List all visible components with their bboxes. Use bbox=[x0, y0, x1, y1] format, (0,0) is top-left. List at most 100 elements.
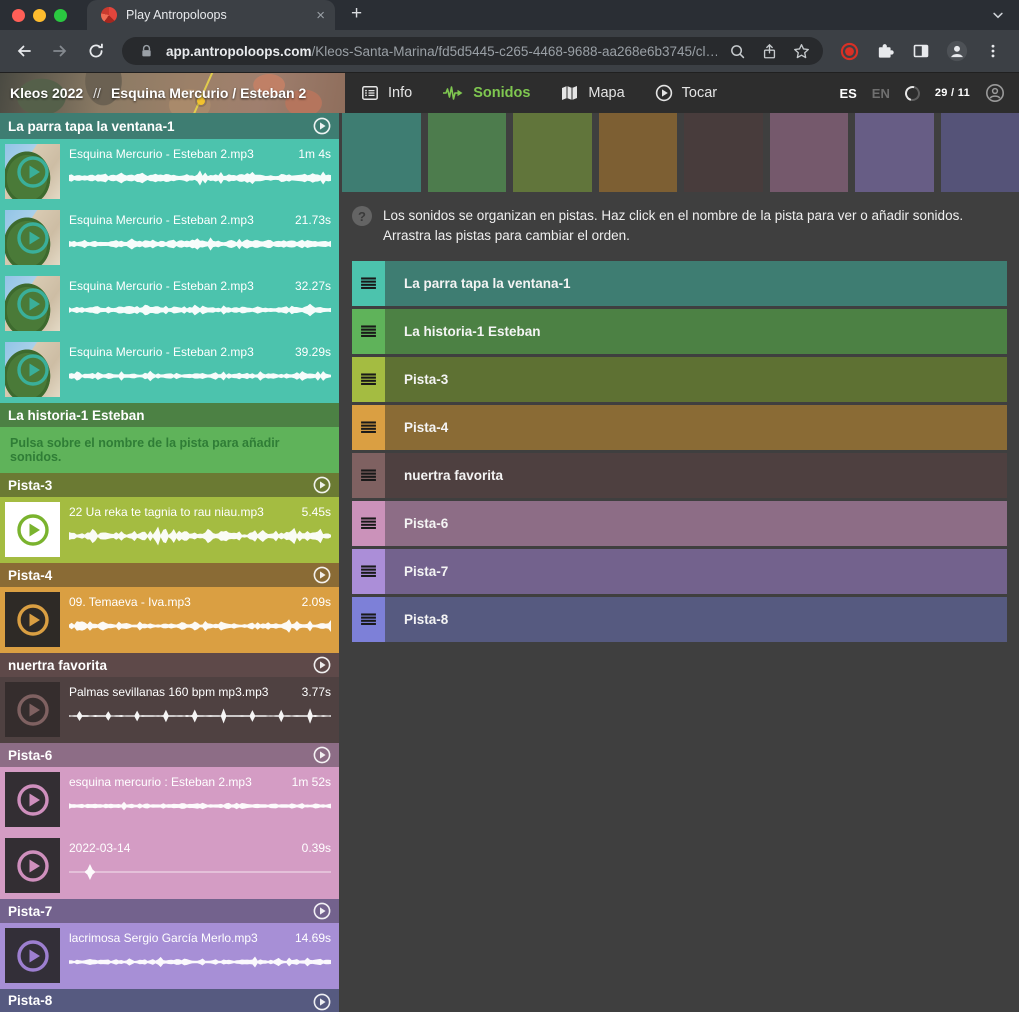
drag-handle[interactable] bbox=[352, 309, 385, 354]
sidebar-track-header[interactable]: Pista-6 bbox=[0, 743, 339, 767]
clip-thumbnail[interactable] bbox=[5, 276, 60, 331]
profile-avatar[interactable] bbox=[941, 35, 973, 67]
tab-search-chevron-icon[interactable] bbox=[991, 8, 1005, 22]
track-row-name-area[interactable]: Pista-7 bbox=[385, 549, 1007, 594]
lock-icon[interactable] bbox=[134, 39, 158, 63]
track-row-name-area[interactable]: nuertra favorita bbox=[385, 453, 1007, 498]
clip-thumbnail[interactable] bbox=[5, 210, 60, 265]
audio-clip[interactable]: Esquina Mercurio - Esteban 2.mp332.27s bbox=[0, 271, 339, 337]
track-row[interactable]: Pista-7 bbox=[352, 549, 1007, 594]
drag-handle[interactable] bbox=[352, 405, 385, 450]
sidebar-track-header[interactable]: Pista-4 bbox=[0, 563, 339, 587]
track-row-name-area[interactable]: La historia-1 Esteban bbox=[385, 309, 1007, 354]
play-button-icon[interactable] bbox=[15, 782, 51, 818]
audio-clip[interactable]: esquina mercurio : Esteban 2.mp31m 52s bbox=[0, 767, 339, 833]
track-row[interactable]: Pista-4 bbox=[352, 405, 1007, 450]
track-row[interactable]: La parra tapa la ventana-1 bbox=[352, 261, 1007, 306]
clip-thumbnail[interactable] bbox=[5, 592, 60, 647]
breadcrumb[interactable]: Kleos 2022 // Esquina Mercurio / Esteban… bbox=[0, 73, 345, 113]
share-icon[interactable] bbox=[757, 39, 781, 63]
audio-clip[interactable]: lacrimosa Sergio García Merlo.mp314.69s bbox=[0, 923, 339, 989]
audio-clip[interactable]: Esquina Mercurio - Esteban 2.mp339.29s bbox=[0, 337, 339, 403]
nav-sonidos[interactable]: Sonidos bbox=[442, 84, 530, 102]
back-button[interactable] bbox=[8, 35, 40, 67]
nav-mapa[interactable]: Mapa bbox=[560, 84, 624, 102]
account-icon[interactable] bbox=[985, 83, 1005, 103]
drag-handle[interactable] bbox=[352, 549, 385, 594]
sidebar-track-header[interactable]: nuertra favorita bbox=[0, 653, 339, 677]
clip-thumbnail[interactable] bbox=[5, 342, 60, 397]
clip-thumbnail[interactable] bbox=[5, 502, 60, 557]
audio-clip[interactable]: Palmas sevillanas 160 bpm mp3.mp33.77s bbox=[0, 677, 339, 743]
track-row[interactable]: nuertra favorita bbox=[352, 453, 1007, 498]
audio-clip[interactable]: 2022-03-140.39s bbox=[0, 833, 339, 899]
play-button-icon[interactable] bbox=[15, 692, 51, 728]
sidebar-track-header[interactable]: Pista-7 bbox=[0, 899, 339, 923]
clip-thumbnail[interactable] bbox=[5, 928, 60, 983]
play-button-icon[interactable] bbox=[15, 938, 51, 974]
track-play-icon[interactable] bbox=[313, 476, 331, 494]
track-row[interactable]: Pista-6 bbox=[352, 501, 1007, 546]
play-button-icon[interactable] bbox=[15, 602, 51, 638]
play-button-icon[interactable] bbox=[15, 154, 51, 190]
track-play-icon[interactable] bbox=[313, 566, 331, 584]
maximize-window-button[interactable] bbox=[54, 9, 67, 22]
drag-handle[interactable] bbox=[352, 261, 385, 306]
play-button-icon[interactable] bbox=[15, 286, 51, 322]
track-play-icon[interactable] bbox=[313, 117, 331, 135]
audio-clip[interactable]: Esquina Mercurio - Esteban 2.mp321.73s bbox=[0, 205, 339, 271]
sidebar-track-header[interactable]: Pista-8 bbox=[0, 989, 339, 1012]
audio-clip[interactable]: 09. Temaeva - Iva.mp32.09s bbox=[0, 587, 339, 653]
recording-indicator-icon[interactable] bbox=[833, 35, 865, 67]
reload-button[interactable] bbox=[80, 35, 112, 67]
close-window-button[interactable] bbox=[12, 9, 25, 22]
track-play-icon[interactable] bbox=[313, 993, 331, 1011]
track-row[interactable]: Pista-3 bbox=[352, 357, 1007, 402]
audio-clip[interactable]: Esquina Mercurio - Esteban 2.mp31m 4s bbox=[0, 139, 339, 205]
track-row[interactable]: La historia-1 Esteban bbox=[352, 309, 1007, 354]
lang-es-button[interactable]: ES bbox=[839, 86, 856, 101]
nav-tocar[interactable]: Tocar bbox=[655, 84, 717, 102]
track-row-name-area[interactable]: Pista-3 bbox=[385, 357, 1007, 402]
side-panel-icon[interactable] bbox=[905, 35, 937, 67]
play-button-icon[interactable] bbox=[15, 512, 51, 548]
play-button-icon[interactable] bbox=[15, 220, 51, 256]
url-bar[interactable]: app.antropoloops.com/Kleos-Santa-Marina/… bbox=[122, 37, 823, 65]
track-row-name-area[interactable]: Pista-8 bbox=[385, 597, 1007, 642]
sidebar-track-header[interactable]: La historia-1 Esteban bbox=[0, 403, 339, 427]
track-row-name-area[interactable]: La parra tapa la ventana-1 bbox=[385, 261, 1007, 306]
bookmark-star-icon[interactable] bbox=[789, 39, 813, 63]
waveform bbox=[69, 860, 331, 884]
play-button-icon[interactable] bbox=[15, 848, 51, 884]
new-tab-button[interactable]: + bbox=[335, 3, 362, 30]
clip-thumbnail[interactable] bbox=[5, 682, 60, 737]
track-play-icon[interactable] bbox=[313, 656, 331, 674]
clip-thumbnail[interactable] bbox=[5, 144, 60, 199]
track-play-icon[interactable] bbox=[313, 746, 331, 764]
track-row[interactable]: Pista-8 bbox=[352, 597, 1007, 642]
minimize-window-button[interactable] bbox=[33, 9, 46, 22]
sidebar-track-header[interactable]: La parra tapa la ventana-1 bbox=[0, 113, 339, 139]
browser-menu-icon[interactable] bbox=[977, 35, 1009, 67]
audio-clip[interactable]: 22 Ua reka te tagnia to rau niau.mp35.45… bbox=[0, 497, 339, 563]
play-button-icon[interactable] bbox=[15, 352, 51, 388]
drag-handle[interactable] bbox=[352, 501, 385, 546]
nav-info[interactable]: Info bbox=[361, 84, 412, 102]
lang-en-button[interactable]: EN bbox=[872, 86, 890, 101]
clip-thumbnail[interactable] bbox=[5, 838, 60, 893]
track-row-name-area[interactable]: Pista-4 bbox=[385, 405, 1007, 450]
track-row-name-area[interactable]: Pista-6 bbox=[385, 501, 1007, 546]
drag-handle[interactable] bbox=[352, 357, 385, 402]
app-nav: Info Sonidos Mapa Tocar bbox=[345, 73, 839, 113]
browser-tab[interactable]: Play Antropoloops × bbox=[87, 0, 335, 30]
zoom-page-icon[interactable] bbox=[725, 39, 749, 63]
drag-handle[interactable] bbox=[352, 597, 385, 642]
forward-button[interactable] bbox=[44, 35, 76, 67]
drag-handle[interactable] bbox=[352, 453, 385, 498]
clip-thumbnail[interactable] bbox=[5, 772, 60, 827]
sidebar-track-header[interactable]: Pista-3 bbox=[0, 473, 339, 497]
breadcrumb-project[interactable]: Kleos 2022 bbox=[10, 85, 83, 101]
extensions-puzzle-icon[interactable] bbox=[869, 35, 901, 67]
track-play-icon[interactable] bbox=[313, 902, 331, 920]
close-tab-icon[interactable]: × bbox=[316, 8, 325, 23]
